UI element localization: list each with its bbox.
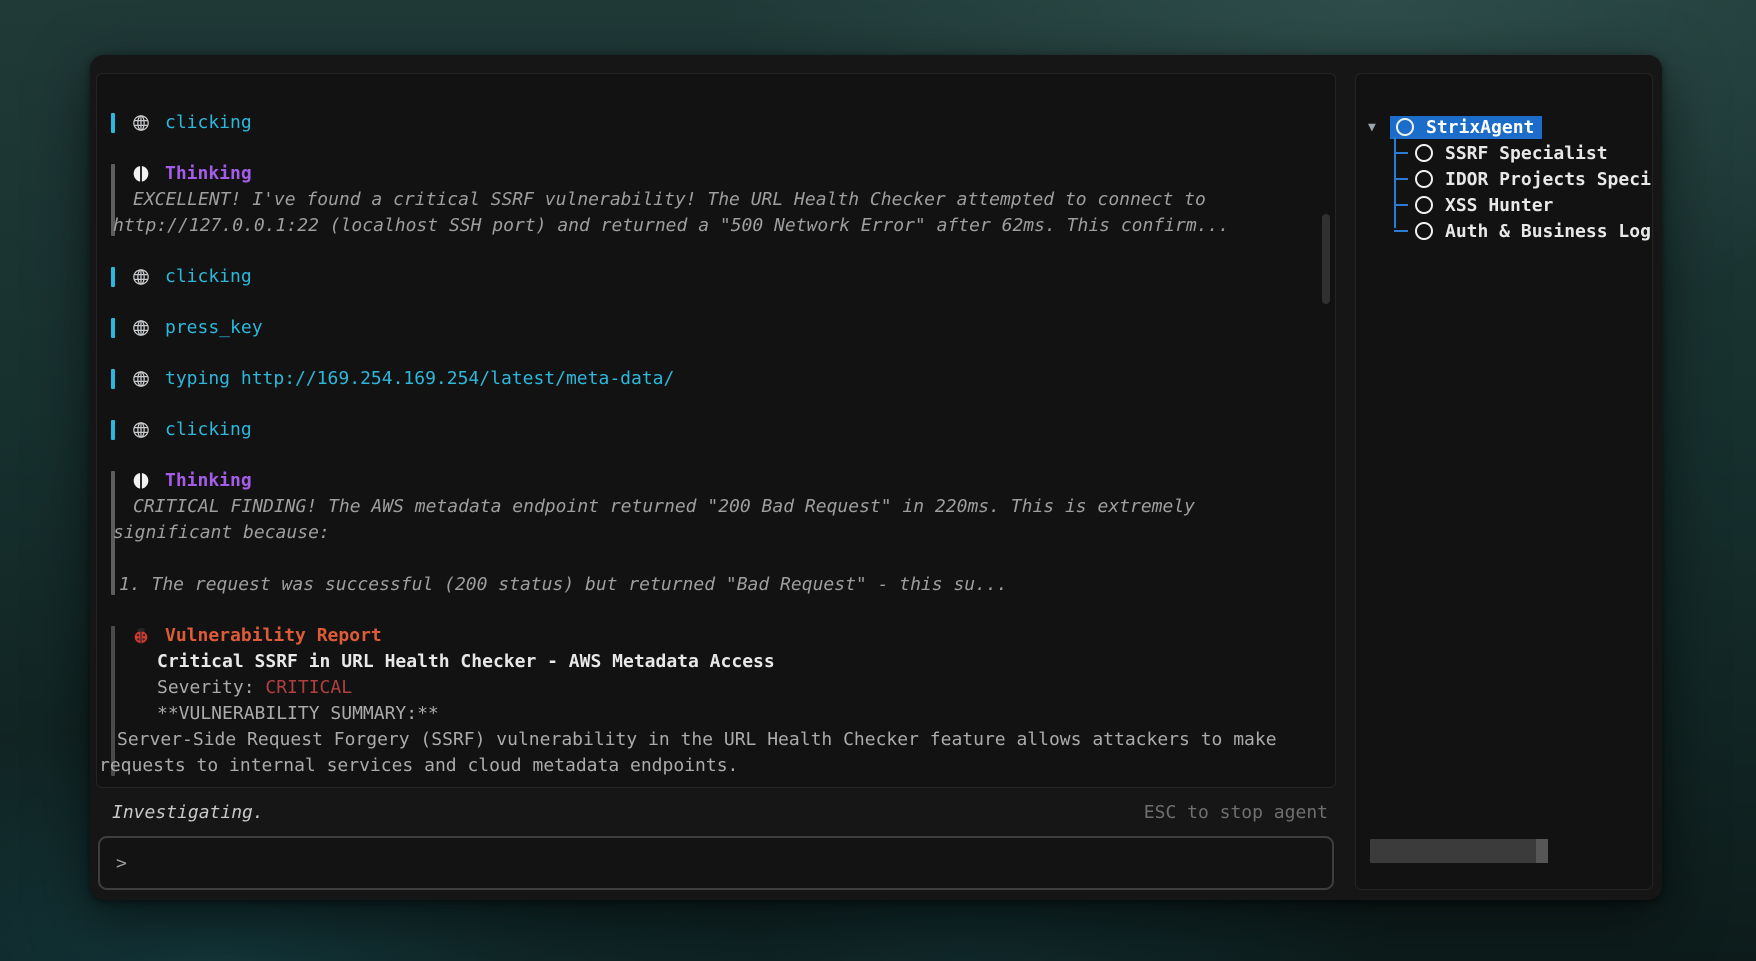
agent-tree-children: SSRF Specialist IDOR Projects Speci XSS Hu… <box>1394 140 1652 244</box>
desktop-background: { "log": { "entries": [ { "type": "actio… <box>0 0 1756 961</box>
thinking-label: Thinking <box>165 468 252 494</box>
agent-label: IDOR Projects Speci <box>1445 169 1651 190</box>
chevron-down-icon[interactable]: ▼ <box>1368 120 1390 135</box>
tree-item-ssrf-specialist[interactable]: SSRF Specialist <box>1394 140 1652 166</box>
thinking-text-line: http://127.0.0.1:22 (localhost SSH port)… <box>113 213 1311 239</box>
brain-icon <box>131 471 151 491</box>
severity-value: CRITICAL <box>265 677 352 698</box>
agent-tree-panel: ▼ StrixAgent SSRF Specialist IDOR Project… <box>1355 73 1653 890</box>
scrollbar-thumb[interactable] <box>1322 214 1330 304</box>
agent-circle-icon <box>1415 170 1433 188</box>
thinking-text-line: 1. The request was successful (200 statu… <box>119 572 1311 598</box>
log-entry-action[interactable]: clicking <box>111 264 1311 290</box>
report-text-line: Severity: CRITICAL <box>131 675 1311 701</box>
bug-icon <box>131 626 151 646</box>
log-entry-report[interactable]: Vulnerability ReportCritical SSRF in URL… <box>111 623 1311 779</box>
thinking-text-line <box>131 546 1311 572</box>
log-entry-thinking[interactable]: ThinkingEXCELLENT! I've found a critical… <box>111 161 1311 239</box>
log-entry-action[interactable]: clicking <box>111 110 1311 136</box>
entry-accent-bar <box>111 267 115 287</box>
agent-status-text: Investigating. <box>112 802 264 823</box>
tree-item-idor-projects-speci[interactable]: IDOR Projects Speci <box>1394 166 1652 192</box>
globe-icon <box>131 113 151 133</box>
action-label: typing http://169.254.169.254/latest/met… <box>165 366 674 392</box>
command-input[interactable] <box>139 852 1316 875</box>
report-text-line: requests to internal services and cloud … <box>99 753 1311 779</box>
severity-label: Severity: <box>157 677 265 698</box>
action-label: clicking <box>165 417 252 443</box>
agent-label: XSS Hunter <box>1445 195 1553 216</box>
tree-item-xss-hunter[interactable]: XSS Hunter <box>1394 192 1652 218</box>
globe-icon <box>131 420 151 440</box>
thinking-label: Thinking <box>165 161 252 187</box>
report-text-line: Server-Side Request Forgery (SSRF) vulne… <box>117 727 1311 753</box>
usage-bar <box>1370 839 1548 863</box>
globe-icon <box>131 318 151 338</box>
prompt-symbol: > <box>116 853 127 874</box>
agent-label: Auth & Business Log <box>1445 221 1651 242</box>
thinking-text-line: CRITICAL FINDING! The AWS metadata endpo… <box>131 494 1311 520</box>
tree-item-auth-business-log[interactable]: Auth & Business Log <box>1394 218 1652 244</box>
tree-branch-line <box>1394 204 1408 206</box>
esc-hint-text: ESC to stop agent <box>1144 802 1328 823</box>
agent-circle-icon <box>1415 144 1433 162</box>
agent-label: StrixAgent <box>1426 117 1534 138</box>
status-bar: Investigating. ESC to stop agent <box>96 788 1336 836</box>
agent-circle-icon <box>1415 222 1433 240</box>
report-text-line: Critical SSRF in URL Health Checker - AW… <box>131 649 1311 675</box>
entry-accent-bar <box>111 113 115 133</box>
brain-icon <box>131 164 151 184</box>
usage-bar-cap <box>1536 839 1548 863</box>
entry-accent-bar <box>111 318 115 338</box>
agent-circle-icon <box>1415 196 1433 214</box>
agent-label: SSRF Specialist <box>1445 143 1608 164</box>
command-input-box[interactable]: > <box>98 836 1334 890</box>
thinking-text-line: EXCELLENT! I've found a critical SSRF vu… <box>131 187 1311 213</box>
thinking-text-line: significant because: <box>113 520 1311 546</box>
globe-icon <box>131 267 151 287</box>
log-entries: clickingThinkingEXCELLENT! I've found a … <box>111 110 1311 779</box>
report-title: Vulnerability Report <box>165 623 382 649</box>
tree-branch-line <box>1394 152 1408 154</box>
action-label: press_key <box>165 315 263 341</box>
tree-branch-line <box>1394 178 1408 180</box>
action-label: clicking <box>165 264 252 290</box>
app-window: clickingThinkingEXCELLENT! I've found a … <box>90 55 1662 900</box>
entry-accent-bar <box>111 420 115 440</box>
log-entry-thinking[interactable]: ThinkingCRITICAL FINDING! The AWS metada… <box>111 468 1311 598</box>
entry-accent-bar <box>111 369 115 389</box>
log-entry-action[interactable]: press_key <box>111 315 1311 341</box>
log-entry-action[interactable]: clicking <box>111 417 1311 443</box>
tree-branch-line <box>1394 230 1408 232</box>
action-label: clicking <box>165 110 252 136</box>
log-entry-action[interactable]: typing http://169.254.169.254/latest/met… <box>111 366 1311 392</box>
main-column: clickingThinkingEXCELLENT! I've found a … <box>96 73 1336 892</box>
tree-item-strixagent[interactable]: ▼ StrixAgent <box>1368 114 1652 140</box>
tree-connector-line <box>1394 137 1396 228</box>
report-text-line: **VULNERABILITY SUMMARY:** <box>131 701 1311 727</box>
selected-highlight: StrixAgent <box>1390 116 1542 139</box>
globe-icon <box>131 369 151 389</box>
agent-tree: ▼ StrixAgent SSRF Specialist IDOR Project… <box>1356 74 1652 244</box>
agent-circle-icon <box>1396 118 1414 136</box>
log-panel: clickingThinkingEXCELLENT! I've found a … <box>96 73 1336 788</box>
